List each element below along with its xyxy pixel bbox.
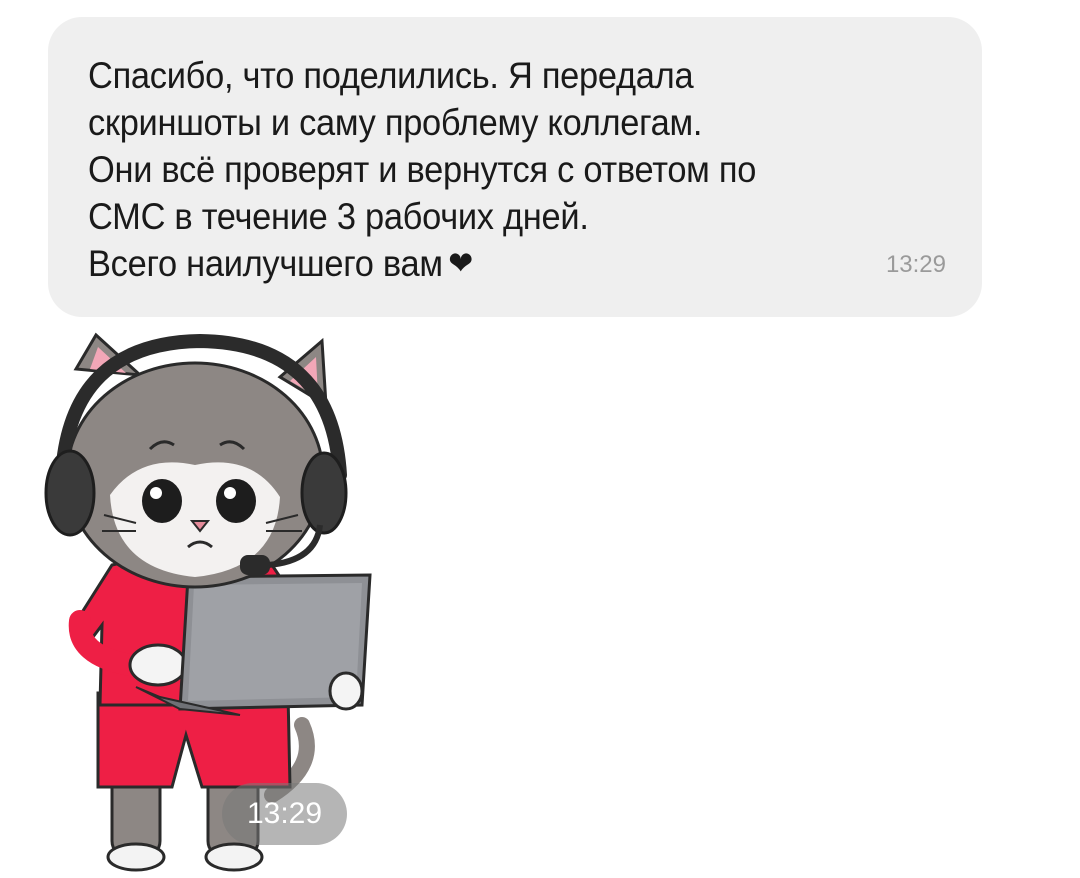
message-line: СМС в течение 3 рабочих дней. — [88, 196, 589, 237]
message-line-last: Всего наилучшего вам ❤ — [88, 240, 813, 287]
sticker-timestamp: 13:29 — [222, 783, 347, 845]
message-timestamp: 13:29 — [885, 251, 946, 278]
message-line: Они всё проверят и вернутся с ответом по — [88, 149, 757, 190]
message-line: Спасибо, что поделились. Я передала — [88, 55, 694, 96]
message-line-text: Всего наилучшего вам — [88, 243, 443, 284]
chat-view: Спасибо, что поделились. Я передала скри… — [0, 0, 1080, 878]
heart-icon: ❤ — [448, 245, 473, 281]
message-text: Спасибо, что поделились. Я передала скри… — [88, 52, 813, 287]
incoming-message-bubble[interactable]: Спасибо, что поделились. Я передала скри… — [48, 17, 982, 317]
message-line: скриншоты и саму проблему коллегам. — [88, 102, 703, 143]
